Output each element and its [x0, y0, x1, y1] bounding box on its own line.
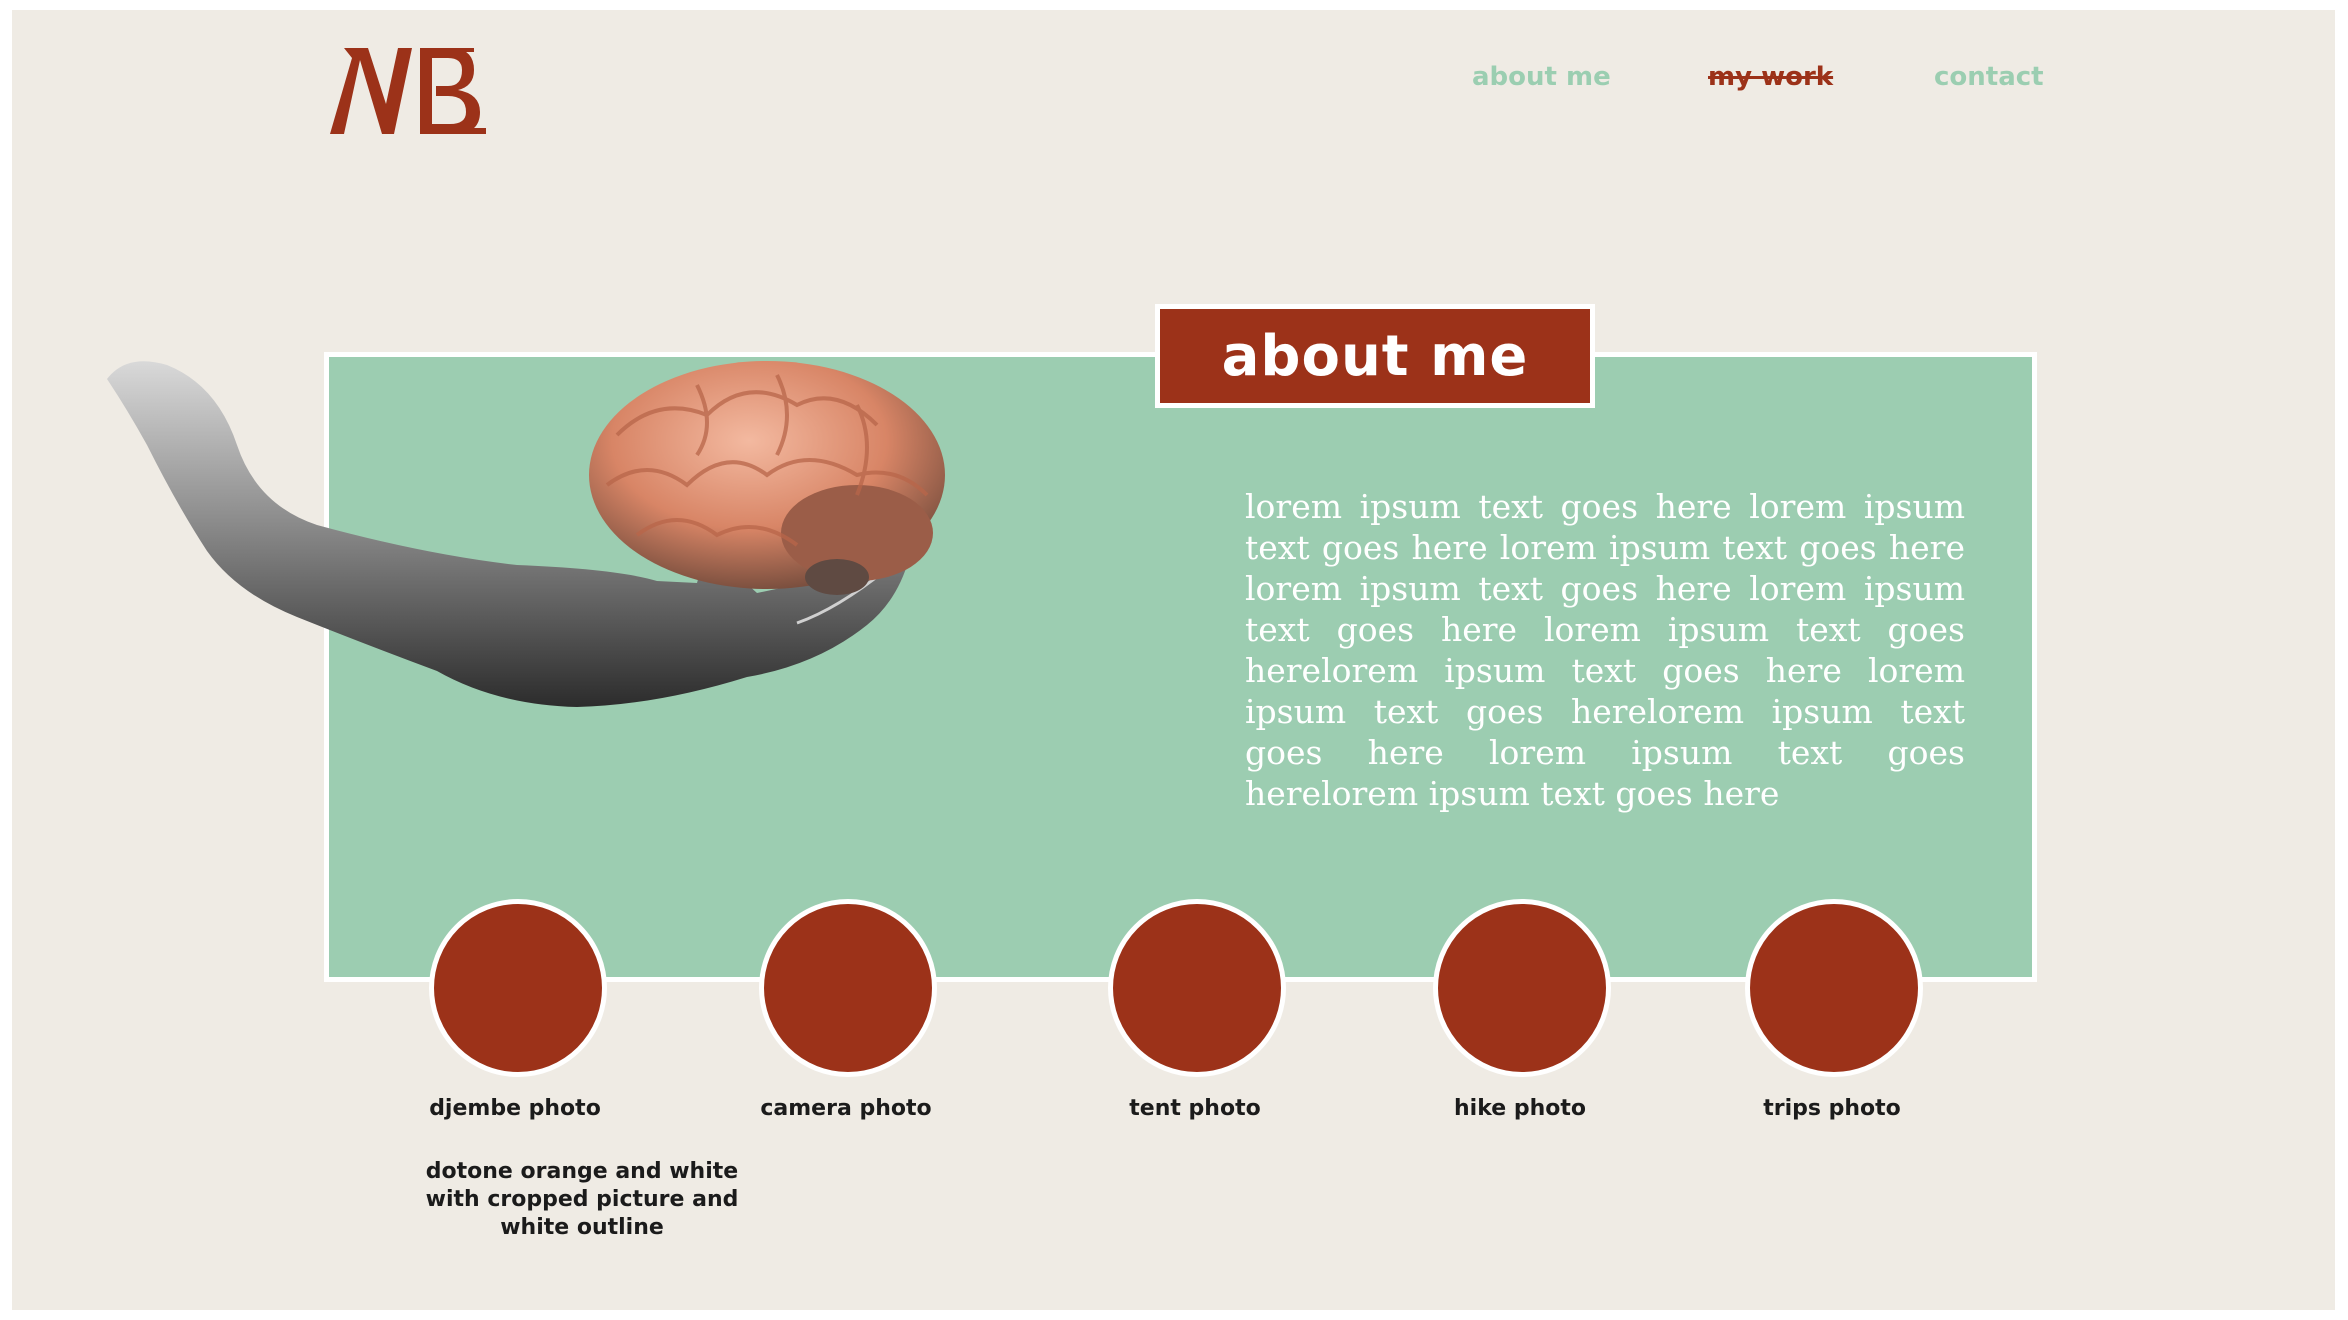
hike-photo[interactable] [1433, 899, 1611, 1077]
about-title: about me [1221, 323, 1529, 389]
about-body-text: lorem ipsum text goes here lorem ipsum t… [1245, 487, 1965, 813]
camera-photo-caption: camera photo [760, 1096, 932, 1121]
trips-photo-caption: trips photo [1763, 1096, 1901, 1121]
djembe-photo-caption: djembe photo [429, 1096, 601, 1121]
hike-photo-caption: hike photo [1454, 1096, 1586, 1121]
page-canvas: about me my work contact about me lorem … [12, 10, 2335, 1310]
nav-my-work[interactable]: my work [1708, 62, 1833, 92]
design-note: dotone orange and white with cropped pic… [425, 1159, 739, 1240]
nav-about-me[interactable]: about me [1472, 62, 1611, 92]
djembe-photo[interactable] [429, 899, 607, 1077]
hand-holding-brain-image [107, 361, 945, 707]
trips-photo[interactable] [1745, 899, 1923, 1077]
nav-contact[interactable]: contact [1934, 62, 2044, 92]
top-nav: about me my work contact [12, 62, 2335, 102]
tent-photo-caption: tent photo [1129, 1096, 1261, 1121]
camera-photo[interactable] [759, 899, 937, 1077]
about-title-box: about me [1155, 304, 1595, 408]
tent-photo[interactable] [1108, 899, 1286, 1077]
